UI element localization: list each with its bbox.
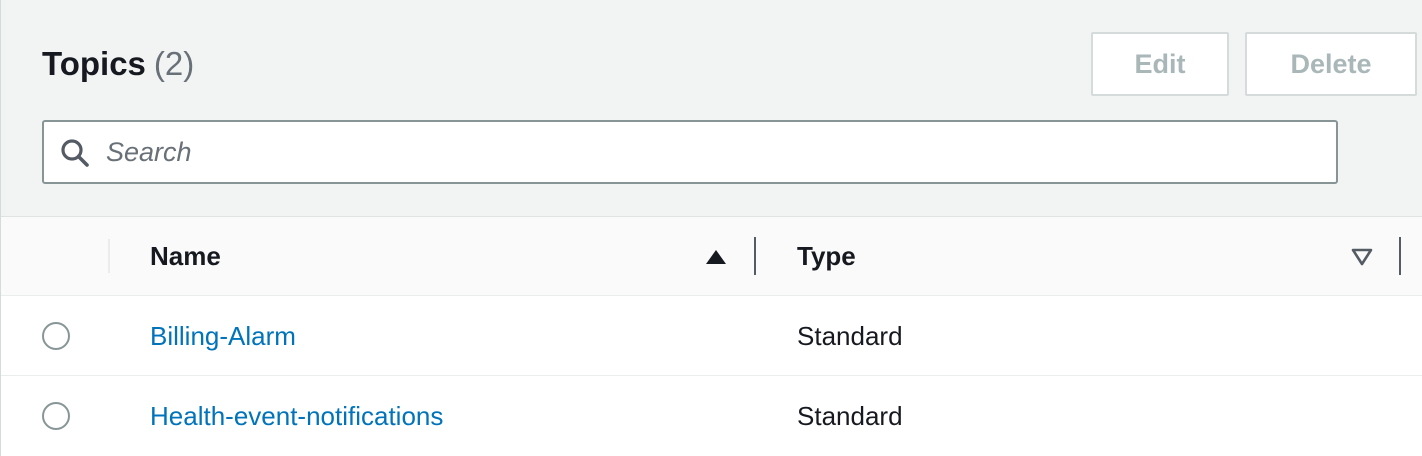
page-title: Topics (2) [42,44,194,84]
sort-ascending-icon[interactable] [705,249,727,265]
topic-count: (2) [153,45,195,82]
topic-name-link[interactable]: Health-event-notifications [150,376,443,456]
panel-header: Topics (2) Edit Delete [1,0,1422,217]
column-header-type[interactable]: Type [797,217,856,295]
search-input[interactable] [106,128,1306,176]
row-select-radio[interactable] [42,322,70,350]
topic-name-link[interactable]: Billing-Alarm [150,296,296,376]
topic-type: Standard [797,400,903,431]
title-text: Topics [42,45,146,82]
table-row[interactable]: Health-event-notifications Standard [1,376,1422,456]
row-select-radio[interactable] [42,402,70,430]
delete-button[interactable]: Delete [1245,32,1417,96]
column-header-name[interactable]: Name [150,217,221,295]
topic-type: Standard [797,320,903,351]
column-resizer-type[interactable] [1399,237,1401,275]
column-resizer-name[interactable] [754,237,756,275]
search-box[interactable] [42,120,1338,184]
edit-button[interactable]: Edit [1091,32,1229,96]
sort-descending-icon[interactable] [1351,248,1373,266]
search-icon [61,139,89,167]
table-row[interactable]: Billing-Alarm Standard [1,296,1422,376]
topics-panel: Topics(2) Edit Delete Name Type Billing-… [0,0,1422,456]
column-divider [108,239,110,273]
